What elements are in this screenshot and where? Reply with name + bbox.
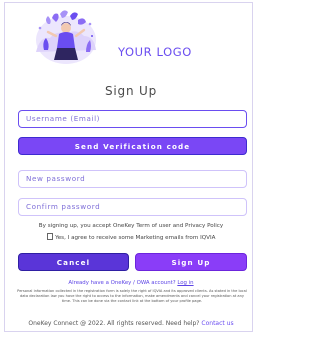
- marketing-consent-label: Yes, I agree to receive some Marketing e…: [55, 235, 216, 241]
- privacy-fine-print: Personal information collected in the re…: [17, 289, 247, 303]
- logo-illustration: [26, 6, 100, 70]
- page-title: Sign Up: [105, 84, 157, 98]
- terms-text: By signing up, you accept OneKey Term of…: [38, 223, 224, 229]
- new-password-input[interactable]: New password: [18, 170, 247, 188]
- confirm-password-input[interactable]: Confirm password: [18, 198, 247, 216]
- cancel-button[interactable]: Cancel: [18, 253, 129, 271]
- sign-up-button[interactable]: Sign Up: [135, 253, 247, 271]
- marketing-checkbox-icon[interactable]: [46, 233, 54, 240]
- footer: OneKey Connect @ 2022. All rights reserv…: [0, 320, 262, 327]
- logo-text: YOUR LOGO: [118, 45, 192, 59]
- username-email-input[interactable]: Username (Email): [18, 110, 247, 128]
- contact-us-link[interactable]: Contact us: [201, 320, 233, 327]
- login-prompt-text: Already have a OneKey / OWA account?: [68, 280, 178, 286]
- send-verification-code-button[interactable]: Send Verification code: [18, 137, 247, 155]
- login-link[interactable]: Log in: [177, 280, 193, 286]
- footer-copyright: OneKey Connect @ 2022. All rights reserv…: [28, 320, 202, 327]
- login-prompt: Already have a OneKey / OWA account? Log…: [0, 280, 262, 286]
- marketing-consent[interactable]: Yes, I agree to receive some Marketing e…: [0, 233, 262, 241]
